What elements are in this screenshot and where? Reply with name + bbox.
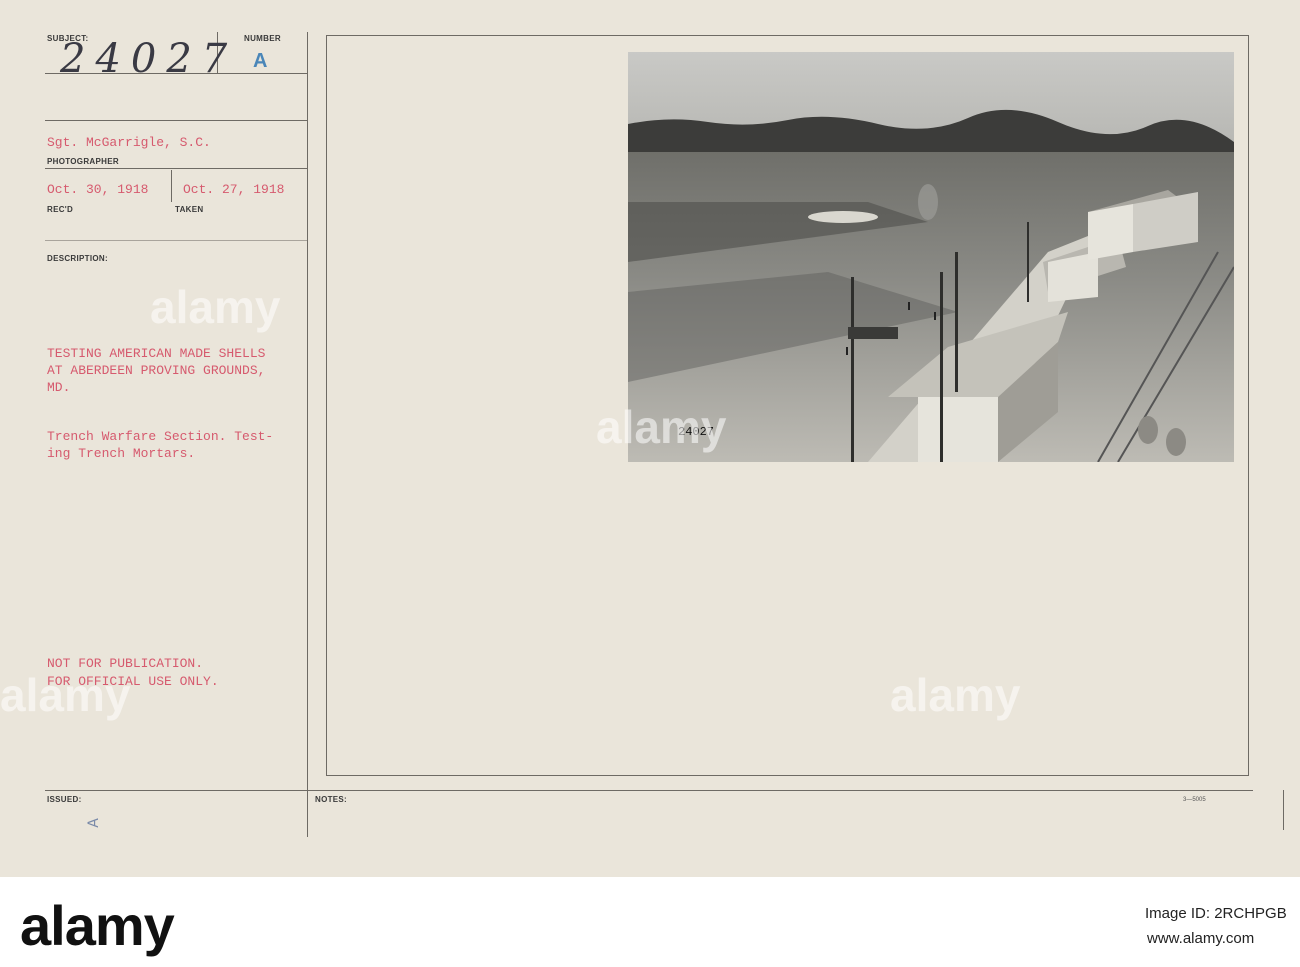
number-label: NUMBER: [244, 34, 281, 43]
column-divider: [307, 32, 308, 837]
detail-block: Trench Warfare Section. Test- ing Trench…: [47, 428, 273, 462]
archival-record-card: SUBJECT: NUMBER PHOTOGRAPHER REC'D TAKEN…: [0, 0, 1300, 877]
right-edge: [1283, 790, 1284, 830]
watermark: alamy: [150, 281, 281, 333]
number-value: A: [253, 50, 268, 72]
watermark: alamy: [890, 669, 1021, 721]
divider: [45, 240, 308, 241]
issued-mark: A: [85, 818, 102, 828]
description-line: TESTING AMERICAN MADE SHELLS: [47, 346, 266, 361]
recd-label: REC'D: [47, 205, 74, 214]
notes-label: NOTES:: [315, 795, 348, 804]
photographer-name: Sgt. McGarrigle, S.C.: [47, 135, 211, 150]
description-label: DESCRIPTION:: [47, 254, 108, 263]
watermark: alamy: [596, 401, 727, 453]
photographer-label: PHOTOGRAPHER: [47, 157, 119, 166]
taken-label: TAKEN: [175, 205, 204, 214]
detail-line: ing Trench Mortars.: [47, 446, 196, 461]
description-block: TESTING AMERICAN MADE SHELLS AT ABERDEEN…: [47, 345, 265, 396]
taken-date: Oct. 27, 1918: [183, 182, 285, 197]
footer-band: [0, 877, 1300, 967]
divider: [45, 168, 308, 169]
subject-number: 24027: [60, 36, 238, 82]
detail-line: Trench Warfare Section. Test-: [47, 429, 274, 444]
description-line: MD.: [47, 380, 71, 395]
divider: [45, 120, 308, 121]
image-id: Image ID: 2RCHPGB: [1145, 905, 1287, 922]
alamy-logo[interactable]: alamy: [20, 893, 175, 958]
site-link[interactable]: www.alamy.com: [1147, 930, 1254, 947]
recd-date: Oct. 30, 1918: [47, 182, 149, 197]
watermark: alamy: [0, 669, 131, 721]
issued-label: ISSUED:: [47, 795, 82, 804]
date-divider: [171, 170, 172, 202]
divider: [45, 790, 1253, 791]
form-code: 3—5005: [1183, 797, 1206, 803]
description-line: AT ABERDEEN PROVING GROUNDS,: [47, 363, 266, 378]
